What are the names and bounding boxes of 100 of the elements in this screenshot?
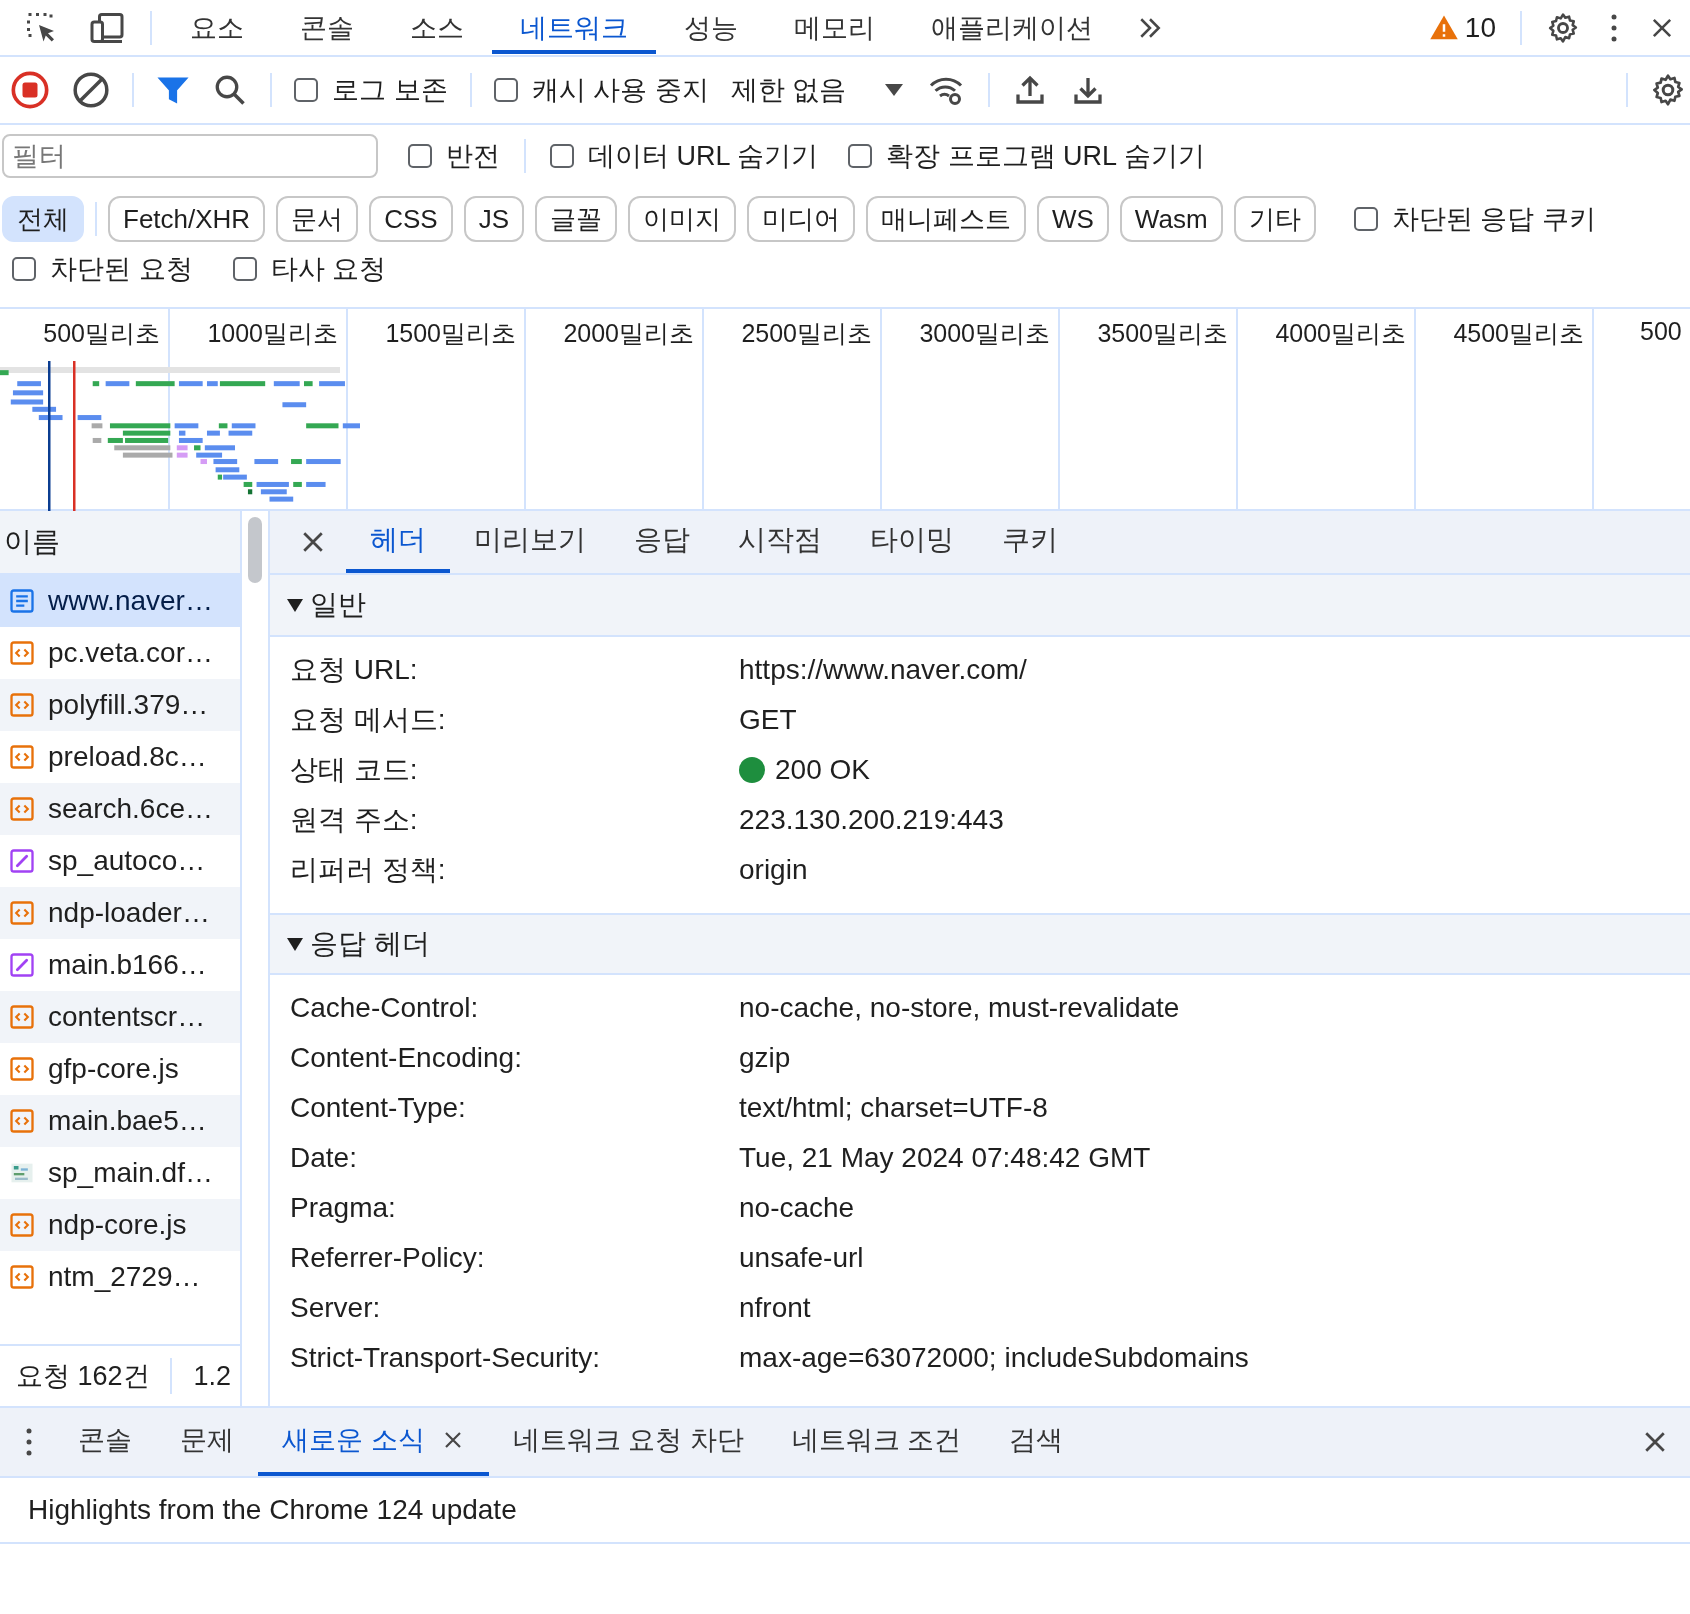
panel-tab[interactable]: 콘솔 <box>272 1 382 54</box>
timeline-tick-label: 1500밀리초 <box>385 319 516 347</box>
timeline-tick-label: 2500밀리초 <box>741 319 872 347</box>
scrollbar-thumb[interactable] <box>248 517 262 583</box>
request-row[interactable]: pc.veta.cor… <box>0 627 240 679</box>
request-row[interactable]: sp_autoco… <box>0 835 240 887</box>
throttling-dropdown[interactable]: 제한 없음 <box>730 72 905 108</box>
drawer-tab[interactable]: 네트워크 조건 <box>767 1408 986 1476</box>
panel-tab[interactable]: 애플리케이션 <box>903 1 1121 54</box>
code-icon <box>8 691 36 719</box>
request-row[interactable]: search.6ce… <box>0 783 240 835</box>
detail-tab[interactable]: 미리보기 <box>450 511 610 573</box>
code-icon <box>8 795 36 823</box>
panel-tab[interactable]: 성능 <box>656 1 766 54</box>
checkbox[interactable] <box>1353 207 1378 231</box>
checkbox[interactable] <box>294 78 318 102</box>
checkbox-label: 데이터 URL 숨기기 <box>588 140 818 173</box>
request-row[interactable]: preload.8c… <box>0 731 240 783</box>
request-row[interactable]: www.naver… <box>0 575 240 627</box>
checkbox[interactable] <box>232 257 257 281</box>
code-icon <box>8 1003 36 1031</box>
type-filter-chip[interactable]: 전체 <box>2 196 84 242</box>
type-filter-chip[interactable]: 문서 <box>276 196 359 242</box>
request-row[interactable]: main.b166… <box>0 939 240 991</box>
clear-icon[interactable] <box>72 71 110 109</box>
timeline-tick-label: 500밀리초 <box>43 319 160 347</box>
type-filter-chip[interactable]: 미디어 <box>746 196 855 242</box>
code-icon <box>8 1055 36 1083</box>
request-row[interactable]: ntm_2729… <box>0 1251 240 1303</box>
timeline-tick-label: 3000밀리초 <box>919 319 1050 347</box>
filter-field[interactable]: 필터 <box>2 134 378 178</box>
header-value: 200 OK <box>775 754 870 786</box>
request-row[interactable]: contentscr… <box>0 991 240 1043</box>
checkbox[interactable] <box>848 144 872 168</box>
code-icon <box>8 743 36 771</box>
code-icon <box>8 639 36 667</box>
type-filter-chip[interactable]: Wasm <box>1119 196 1223 242</box>
request-count: 요청 162건 <box>0 1358 172 1394</box>
request-row[interactable]: gfp-core.js <box>0 1043 240 1095</box>
checkbox-label: 확장 프로그램 URL 숨기기 <box>886 140 1205 173</box>
header-name: Referrer-Policy: <box>289 1242 486 1274</box>
drawer-tab[interactable]: 네트워크 요청 차단 <box>488 1408 768 1476</box>
brush-icon <box>8 847 36 875</box>
panel-tab[interactable]: 네트워크 <box>492 1 656 54</box>
news-heading: Highlights from the Chrome 124 update <box>28 1494 517 1526</box>
settings-icon[interactable] <box>1546 10 1580 45</box>
type-filter-chip[interactable]: 글꼴 <box>534 196 617 242</box>
settings-icon[interactable] <box>1650 72 1686 108</box>
type-filter-chip[interactable]: CSS <box>369 196 453 242</box>
type-filter-chip[interactable]: 이미지 <box>627 196 736 242</box>
drawer-tab[interactable]: 콘솔 <box>54 1408 156 1476</box>
header-name: Content-Type: <box>289 1092 467 1124</box>
header-value: max-age=63072000; includeSubdomains <box>739 1342 1249 1374</box>
checkbox-label: 캐시 사용 중지 <box>531 74 709 107</box>
type-filter-chip[interactable]: WS <box>1036 196 1109 242</box>
header-value: origin <box>739 854 808 886</box>
transfer-size: 1.2 <box>192 1360 232 1392</box>
request-row[interactable]: sp_main.df… <box>0 1147 240 1199</box>
header-name: 리퍼러 정책: <box>289 853 447 887</box>
request-row[interactable]: main.bae5… <box>0 1095 240 1147</box>
header-value: https://www.naver.com/ <box>739 654 1027 686</box>
more-icon[interactable] <box>24 1427 34 1457</box>
detail-tab[interactable]: 타이밍 <box>846 511 978 573</box>
section-header[interactable]: 응답 헤더 <box>270 913 1690 975</box>
request-row[interactable]: polyfill.379… <box>0 679 240 731</box>
header-name: Server: <box>289 1292 382 1324</box>
checkbox[interactable] <box>408 144 432 168</box>
request-row[interactable]: ndp-core.js <box>0 1199 240 1251</box>
drawer-tab[interactable]: 검색 <box>985 1408 1088 1476</box>
record-icon[interactable] <box>10 70 50 110</box>
section-header[interactable]: 일반 <box>270 575 1690 637</box>
header-value: unsafe-url <box>739 1242 864 1274</box>
panel-tab[interactable]: 메모리 <box>766 1 903 54</box>
type-filter-chip[interactable]: Fetch/XHR <box>108 196 266 242</box>
panel-tab[interactable]: 소스 <box>382 1 492 54</box>
request-row[interactable]: ndp-loader… <box>0 887 240 939</box>
header-value: no-cache <box>739 1192 855 1224</box>
checkbox-label: 차단된 요청 <box>50 253 193 286</box>
header-value: 223.130.200.219:443 <box>739 804 1004 836</box>
type-filter-chip[interactable]: 매니페스트 <box>865 196 1026 242</box>
checkbox[interactable] <box>550 144 574 168</box>
type-filter-chip[interactable]: JS <box>463 196 524 242</box>
timeline-tick-label: 1000밀리초 <box>207 319 338 347</box>
header-name: Pragma: <box>289 1192 397 1224</box>
checkbox[interactable] <box>493 78 518 102</box>
checkbox-label: 로그 보존 <box>332 74 448 107</box>
drawer-tab[interactable]: 새로운 소식 <box>258 1408 489 1476</box>
type-filter-chip[interactable]: 기타 <box>1233 196 1316 242</box>
detail-tab[interactable]: 시작점 <box>714 511 846 573</box>
header-value: Tue, 21 May 2024 07:48:42 GMT <box>739 1142 1151 1174</box>
detail-tab[interactable]: 응답 <box>610 511 714 573</box>
header-name: Content-Encoding: <box>289 1042 523 1074</box>
panel-tab[interactable]: 요소 <box>162 1 272 54</box>
checkbox-label: 타사 요청 <box>270 253 387 286</box>
checkbox[interactable] <box>12 257 36 281</box>
warnings-button[interactable]: 10 <box>1414 11 1510 44</box>
drawer-tab[interactable]: 문제 <box>156 1408 258 1476</box>
header-name: 상태 코드: <box>289 753 419 787</box>
code-icon <box>8 1107 36 1135</box>
detail-tab[interactable]: 쿠키 <box>978 511 1082 573</box>
